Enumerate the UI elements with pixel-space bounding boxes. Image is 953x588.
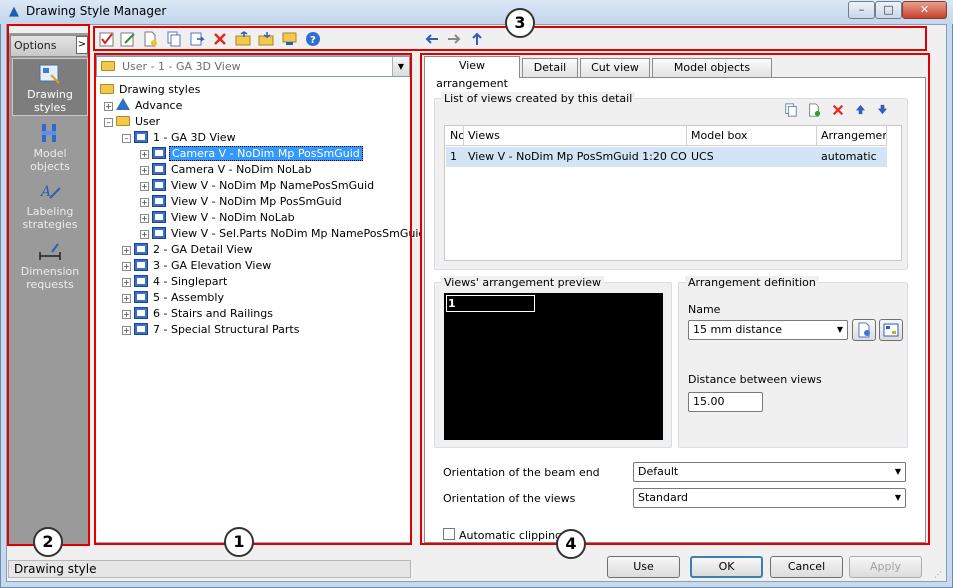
callout-badge-2: 2 bbox=[33, 527, 63, 557]
ok-button[interactable]: OK bbox=[690, 556, 763, 578]
window-title: Drawing Style Manager bbox=[26, 4, 167, 18]
maximize-button[interactable]: □ bbox=[875, 1, 902, 19]
callout-badge-4: 4 bbox=[556, 529, 586, 559]
callout-badge-3: 3 bbox=[505, 8, 535, 38]
apply-button[interactable]: Apply bbox=[849, 556, 922, 578]
callout-box-sidebar bbox=[7, 24, 90, 546]
status-bar: Drawing style bbox=[8, 560, 411, 578]
callout-badge-1: 1 bbox=[224, 527, 254, 557]
use-button[interactable]: Use bbox=[607, 556, 680, 578]
close-button[interactable]: ✕ bbox=[902, 1, 947, 19]
callout-box-tree bbox=[94, 53, 412, 545]
tab-view-arrangement[interactable]: View arrangement bbox=[424, 56, 520, 90]
app-logo-icon: ▲ bbox=[9, 4, 19, 19]
resize-grip-icon[interactable]: ⋰ bbox=[934, 570, 944, 580]
callout-box-properties bbox=[420, 53, 930, 545]
cancel-button[interactable]: Cancel bbox=[770, 556, 843, 578]
minimize-button[interactable]: – bbox=[848, 1, 875, 19]
